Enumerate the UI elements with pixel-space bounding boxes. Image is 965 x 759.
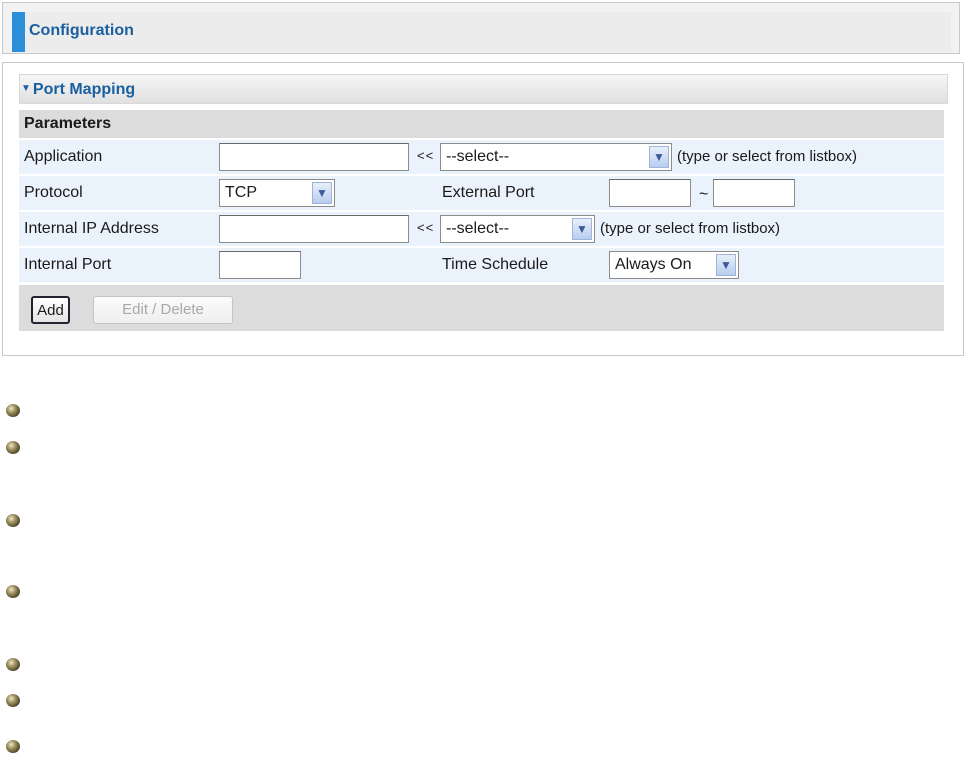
- bullet-icon: [6, 441, 20, 454]
- time-schedule-label: Time Schedule: [442, 256, 549, 273]
- application-select[interactable]: --select-- ▼: [440, 143, 672, 171]
- edit-delete-button[interactable]: Edit / Delete: [93, 296, 233, 324]
- internal-port-label: Internal Port: [24, 256, 112, 273]
- application-select-value: --select--: [446, 148, 510, 165]
- configuration-header: Configuration: [2, 2, 960, 54]
- bullet-icon: [6, 740, 20, 753]
- parameters-label: Parameters: [24, 115, 112, 132]
- page-title: Configuration: [29, 22, 134, 39]
- internal-ip-select-value: --select--: [446, 220, 510, 237]
- header-background: [25, 12, 951, 52]
- protocol-select[interactable]: TCP ▼: [219, 179, 335, 207]
- protocol-row: Protocol TCP ▼ External Port ~: [19, 176, 944, 210]
- button-bar: Add Edit / Delete: [19, 285, 944, 331]
- internal-ip-copy-arrows: <<: [417, 220, 435, 235]
- application-input[interactable]: [219, 143, 409, 171]
- internal-ip-hint: (type or select from listbox): [600, 220, 781, 237]
- internal-ip-row: Internal IP Address << --select-- ▼ (typ…: [19, 212, 944, 246]
- protocol-select-value: TCP: [225, 184, 257, 201]
- panel-header[interactable]: [19, 74, 948, 104]
- external-port-end-input[interactable]: [713, 179, 795, 207]
- internal-port-row: Internal Port Time Schedule Always On ▼: [19, 248, 944, 282]
- chevron-down-icon[interactable]: ▼: [312, 182, 332, 204]
- internal-ip-select[interactable]: --select-- ▼: [440, 215, 595, 243]
- panel-title-text: Port Mapping: [32, 81, 136, 98]
- protocol-label: Protocol: [24, 184, 83, 201]
- application-label: Application: [24, 148, 103, 165]
- external-port-label: External Port: [442, 184, 535, 201]
- application-copy-arrows: <<: [417, 148, 435, 163]
- external-port-start-input[interactable]: [609, 179, 691, 207]
- time-schedule-select[interactable]: Always On ▼: [609, 251, 739, 279]
- chevron-down-icon[interactable]: ▼: [649, 146, 669, 168]
- application-row: Application << --select-- ▼ (type or sel…: [19, 140, 944, 174]
- port-range-tilde: ~: [699, 186, 709, 203]
- internal-ip-input[interactable]: [219, 215, 409, 243]
- chevron-down-icon[interactable]: ▼: [716, 254, 736, 276]
- bullet-icon: [6, 694, 20, 707]
- chevron-down-icon[interactable]: ▼: [572, 218, 592, 240]
- internal-ip-label: Internal IP Address: [24, 220, 159, 237]
- bullet-icon: [6, 404, 20, 417]
- time-schedule-value: Always On: [615, 256, 692, 273]
- parameters-section-header: Parameters: [19, 110, 944, 138]
- add-button[interactable]: Add: [31, 296, 70, 324]
- panel-title[interactable]: ▼ Port Mapping: [21, 81, 135, 99]
- internal-port-input[interactable]: [219, 251, 301, 279]
- bullet-icon: [6, 585, 20, 598]
- triangle-down-icon: ▼: [21, 83, 31, 94]
- bullet-icon: [6, 514, 20, 527]
- bullet-icon: [6, 658, 20, 671]
- application-hint: (type or select from listbox): [677, 148, 858, 165]
- header-accent-bar: [12, 12, 25, 52]
